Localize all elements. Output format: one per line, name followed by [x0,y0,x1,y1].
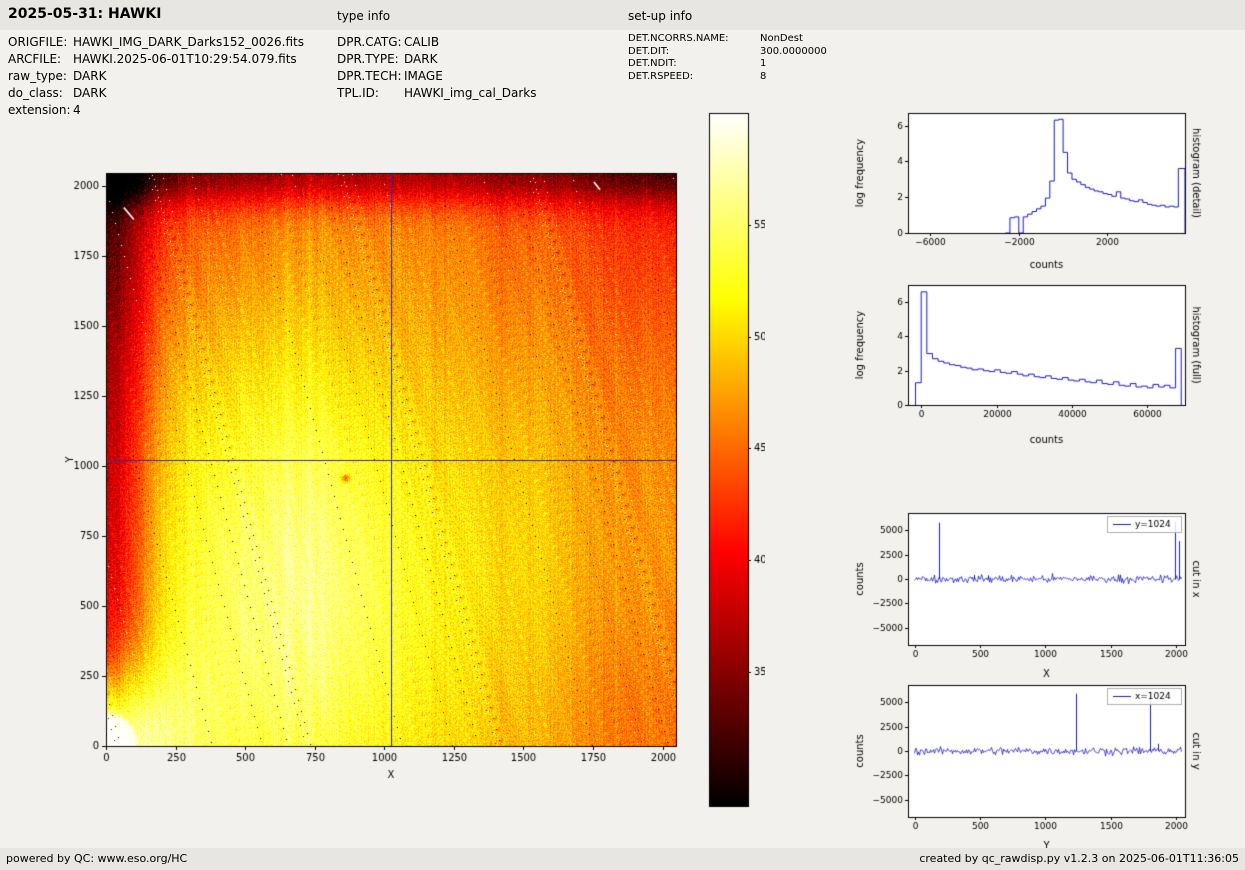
meta-label: DET.RSPEED: [628,71,760,84]
meta-row-dprtech: DPR.TECH:IMAGE [337,68,537,85]
qc-report-page: 2025-05-31: HAWKI type info set-up info … [0,0,1245,870]
cut-y-plot [840,672,1240,864]
meta-row-ndit: DET.NDIT:1 [628,58,827,71]
meta-label: DET.NDIT: [628,58,760,71]
meta-row-arcfile: ARCFILE:HAWKI.2025-06-01T10:29:54.079.fi… [8,51,304,68]
meta-row-dit: DET.DIT:300.0000000 [628,46,827,59]
meta-value: 4 [73,103,81,117]
meta-value: DARK [404,52,437,66]
meta-row-ncorrs: DET.NCORRS.NAME:NonDest [628,33,827,46]
meta-value: DARK [73,86,106,100]
meta-row-extension: extension:4 [8,102,304,119]
colorbar [705,108,765,814]
meta-label: DET.DIT: [628,46,760,59]
meta-value: 1 [760,58,766,69]
meta-value: CALIB [404,35,439,49]
meta-value: HAWKI_img_cal_Darks [404,86,537,100]
meta-label: DPR.TECH: [337,68,404,85]
type-info-column: DPR.CATG:CALIB DPR.TYPE:DARK DPR.TECH:IM… [337,34,537,102]
footer-credit-right: created by qc_rawdisp.py v1.2.3 on 2025-… [919,852,1239,865]
histogram-full-plot [840,280,1240,460]
detector-image-plot [60,155,684,805]
setup-info-heading: set-up info [628,9,692,23]
meta-row-dprtype: DPR.TYPE:DARK [337,51,537,68]
histogram-detail-plot [840,100,1240,280]
meta-value: IMAGE [404,69,443,83]
meta-label: TPL.ID: [337,85,404,102]
meta-label: DPR.CATG: [337,34,404,51]
meta-value: 8 [760,71,766,82]
file-info-column: ORIGFILE:HAWKI_IMG_DARK_Darks152_0026.fi… [8,34,304,119]
meta-label: ARCFILE: [8,51,73,68]
meta-row-dprcatg: DPR.CATG:CALIB [337,34,537,51]
meta-value: 300.0000000 [760,46,827,57]
type-info-heading: type info [337,9,390,23]
meta-row-doclass: do_class:DARK [8,85,304,102]
meta-row-origfile: ORIGFILE:HAWKI_IMG_DARK_Darks152_0026.fi… [8,34,304,51]
meta-label: DET.NCORRS.NAME: [628,33,760,46]
meta-label: DPR.TYPE: [337,51,404,68]
header-bar: 2025-05-31: HAWKI type info set-up info [0,0,1245,30]
meta-value: HAWKI.2025-06-01T10:29:54.079.fits [73,52,297,66]
footer-bar: powered by QC: www.eso.org/HC created by… [0,848,1245,870]
cut-x-plot [840,500,1240,680]
meta-value: DARK [73,69,106,83]
meta-value: NonDest [760,33,803,44]
meta-label: extension: [8,102,73,119]
meta-label: do_class: [8,85,73,102]
meta-label: raw_type: [8,68,73,85]
meta-value: HAWKI_IMG_DARK_Darks152_0026.fits [73,35,304,49]
meta-row-tplid: TPL.ID:HAWKI_img_cal_Darks [337,85,537,102]
meta-row-rawtype: raw_type:DARK [8,68,304,85]
page-title: 2025-05-31: HAWKI [8,6,161,22]
footer-credit-left: powered by QC: www.eso.org/HC [6,852,187,865]
setup-info-column: DET.NCORRS.NAME:NonDest DET.DIT:300.0000… [628,33,827,83]
meta-row-rspeed: DET.RSPEED:8 [628,71,827,84]
meta-label: ORIGFILE: [8,34,73,51]
